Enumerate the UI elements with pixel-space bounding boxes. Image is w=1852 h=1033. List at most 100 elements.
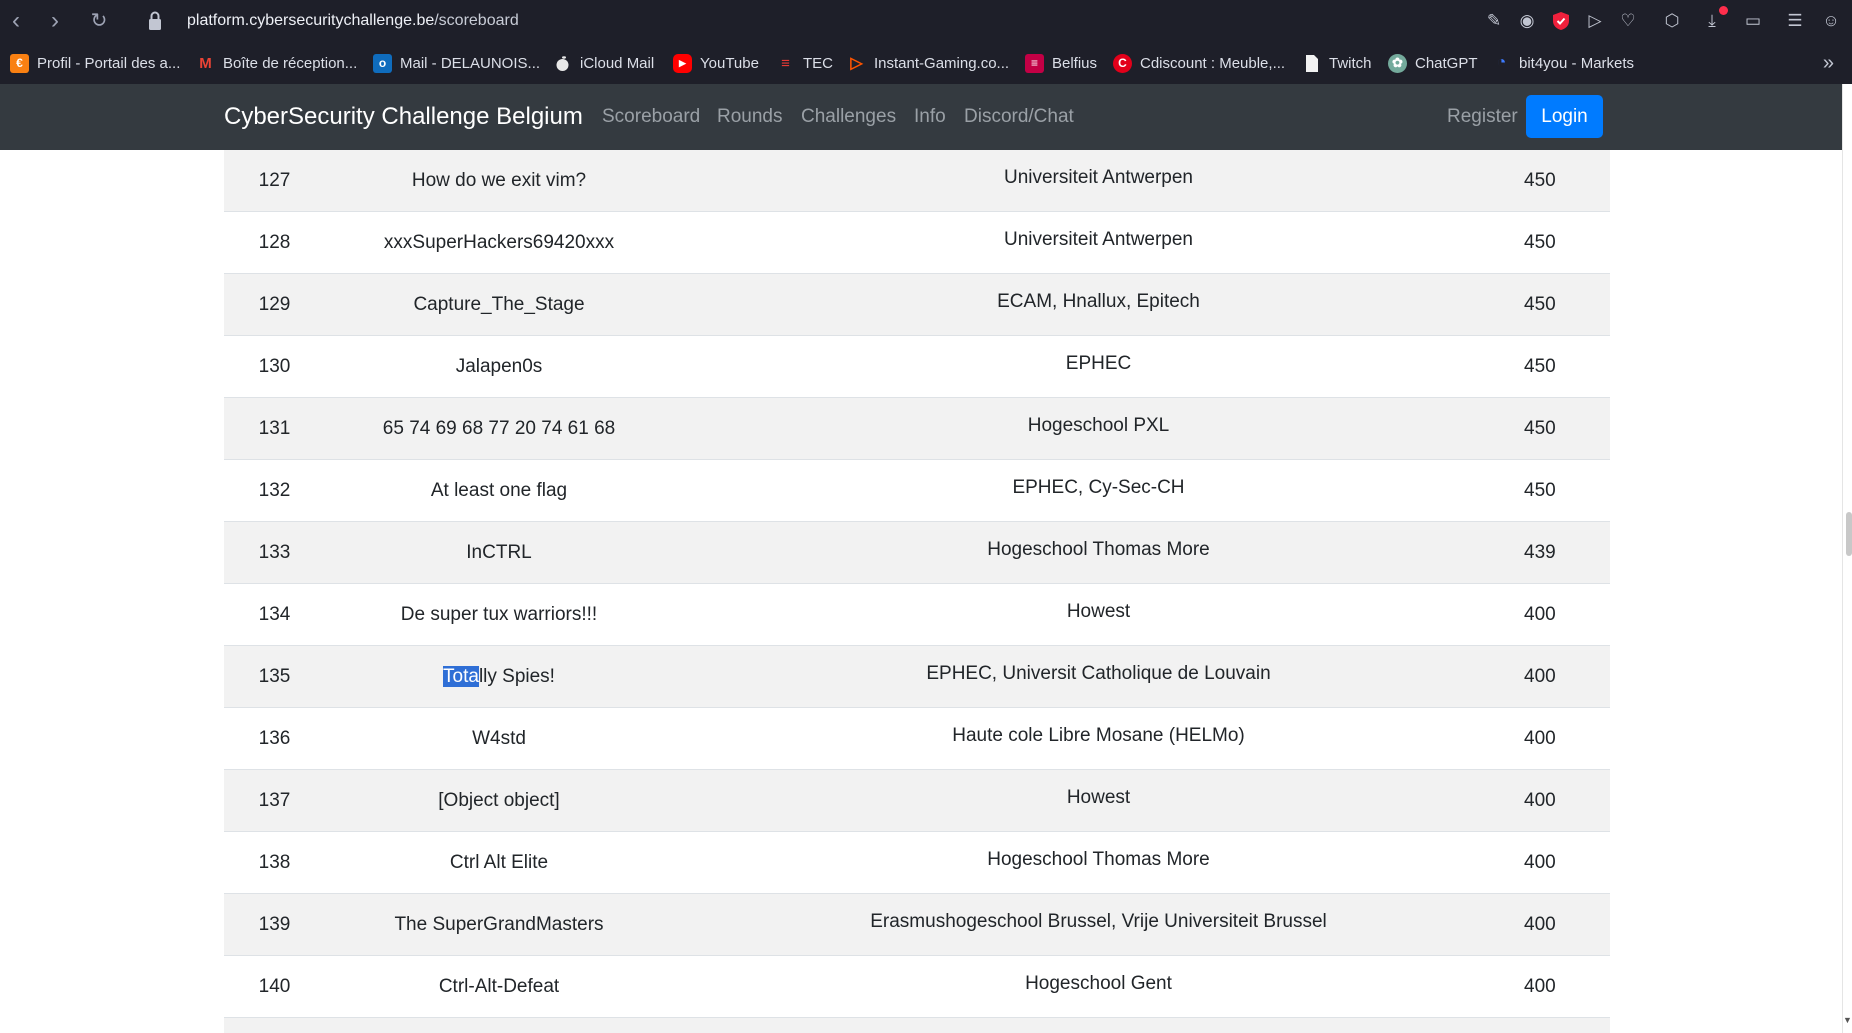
brand-link[interactable]: CyberSecurity Challenge Belgium — [224, 84, 583, 150]
profile-icon[interactable]: ☺ — [1820, 10, 1842, 32]
bookmark-twitch[interactable]: Twitch — [1302, 52, 1372, 74]
moodle-icon: € — [10, 53, 29, 73]
back-icon[interactable]: ‹ — [2, 8, 30, 34]
rank-cell: 134 — [224, 583, 325, 646]
gmail-icon: M — [199, 54, 212, 72]
scoreboard-body: 127 How do we exit vim? Universiteit Antwe… — [224, 150, 1610, 1033]
table-row: 139 The SuperGrandMasters Erasmushogeschoo… — [224, 893, 1610, 956]
apple-icon — [556, 55, 569, 71]
bookmark-tec[interactable]: ≡ TEC — [776, 52, 833, 74]
url-path: /scoreboard — [434, 12, 519, 29]
team-name-cell: At least one flag — [325, 459, 673, 522]
points-cell: 450 — [1524, 459, 1610, 522]
cdiscount-icon: C — [1113, 53, 1132, 73]
belfius-icon: ≡ — [1025, 53, 1044, 73]
team-name-cell: Ctrl Alt Elite — [325, 831, 673, 894]
team-name-cell: fooBar_baz — [325, 1017, 673, 1033]
bookmark-moodle[interactable]: € Profil - Portail des a... — [10, 52, 180, 74]
table-row: 127 How do we exit vim? Universiteit Antwe… — [224, 150, 1610, 212]
bookmark-belfius[interactable]: ≡ Belfius — [1025, 52, 1097, 74]
affiliation-cell: Haute cole Libre Mosane (HELMo) — [673, 707, 1524, 770]
nav-rounds[interactable]: Rounds — [717, 84, 783, 150]
bookmark-label: YouTube — [700, 54, 759, 72]
download-badge — [1719, 6, 1728, 15]
affiliation-cell: Howest — [673, 769, 1524, 832]
table-row: 128 xxxSuperHackers69420xxx Universiteit A… — [224, 211, 1610, 274]
bookmark-instant-gaming[interactable]: ▷ Instant-Gaming.co... — [847, 52, 1009, 74]
reload-icon[interactable]: ↻ — [85, 8, 113, 34]
bookmark-label: bit4you - Markets — [1519, 54, 1635, 72]
bookmark-label: Twitch — [1329, 54, 1372, 72]
heart-icon[interactable]: ♡ — [1617, 10, 1639, 32]
send-icon[interactable]: ▷ — [1584, 10, 1606, 32]
points-cell: 400 — [1524, 831, 1610, 894]
team-name-cell: xxxSuperHackers69420xxx — [325, 211, 673, 274]
affiliation-cell: Hogeschool Thomas More — [673, 521, 1524, 584]
affiliation-text: Howest — [1066, 786, 1131, 808]
affiliation-text: Erasmushogeschool Brussel, Vrije Univers… — [870, 910, 1327, 932]
nav-info[interactable]: Info — [914, 84, 946, 150]
bookmark-chatgpt[interactable]: ✿ ChatGPT — [1388, 52, 1478, 74]
affiliation-cell: Hogeschool Gent — [673, 955, 1524, 1018]
address-bar[interactable]: platform.cybersecuritychallenge.be/score… — [187, 10, 519, 32]
shield-icon[interactable] — [1550, 10, 1572, 32]
affiliation-text: Howest — [1066, 600, 1131, 622]
team-name-cell: 65 74 69 68 77 20 74 61 68 — [325, 397, 673, 460]
table-row: 131 65 74 69 68 77 20 74 61 68 Hogeschool … — [224, 397, 1610, 460]
rank-cell: 128 — [224, 211, 325, 274]
affiliation-cell: Hogeschool PXL — [673, 397, 1524, 460]
bookmark-bit4you[interactable]: ◔ bit4you - Markets — [1492, 52, 1634, 74]
lock-icon — [149, 11, 161, 30]
login-button[interactable]: Login — [1526, 95, 1603, 138]
camera-icon[interactable]: ◉ — [1516, 10, 1538, 32]
battery-icon[interactable]: ▭ — [1742, 10, 1764, 32]
rank-cell: 138 — [224, 831, 325, 894]
affiliation-cell: Howest — [673, 583, 1524, 646]
rank-cell: 132 — [224, 459, 325, 522]
instant-gaming-icon: ▷ — [850, 55, 863, 72]
affiliation-cell: Universiteit Antwerpen — [673, 211, 1524, 274]
rank-cell: 141 — [224, 1017, 325, 1033]
affiliation-text: EPHEC, Universit Catholique de Louvain — [926, 662, 1271, 684]
rank-cell: 127 — [224, 150, 325, 212]
bookmark-outlook[interactable]: o Mail - DELAUNOIS... — [373, 52, 540, 74]
affiliation-text: Hogeschool Gent — [1025, 972, 1172, 994]
affiliation-text: Universiteit Antwerpen — [1003, 166, 1194, 188]
edit-icon[interactable]: ✎ — [1483, 10, 1505, 32]
tec-icon: ≡ — [781, 54, 790, 72]
affiliation-text: EPHEC — [1065, 352, 1132, 374]
scoreboard-table: 127 How do we exit vim? Universiteit Antwe… — [224, 150, 1610, 1033]
rank-cell: 131 — [224, 397, 325, 460]
bookmark-icloud[interactable]: iCloud Mail — [553, 52, 654, 74]
scroll-down-arrow-icon[interactable]: ▼ — [1843, 1015, 1852, 1025]
bookmark-gmail[interactable]: M Boîte de réception... — [196, 52, 357, 74]
points-cell: 450 — [1524, 335, 1610, 398]
chevron-double-right-icon[interactable]: » — [1823, 52, 1834, 74]
scrollbar-thumb[interactable] — [1846, 512, 1852, 556]
team-name-cell: Capture_The_Stage — [325, 273, 673, 336]
affiliation-text: Hogeschool PXL — [1027, 414, 1170, 436]
nav-scoreboard[interactable]: Scoreboard — [602, 84, 700, 150]
nav-challenges[interactable]: Challenges — [801, 84, 896, 150]
team-name-cell: How do we exit vim? — [325, 150, 673, 212]
text-selection-highlight: Tota — [443, 665, 479, 687]
page-scrollbar[interactable] — [1842, 84, 1852, 1033]
points-cell: 400 — [1524, 583, 1610, 646]
table-row: 140 Ctrl-Alt-Defeat Hogeschool Gent 400 — [224, 955, 1610, 1018]
affiliation-text: Hogeschool Thomas More — [987, 848, 1210, 870]
bookmark-youtube[interactable]: ▶ YouTube — [673, 52, 759, 74]
site-navbar: CyberSecurity Challenge Belgium Scoreboa… — [0, 84, 1842, 150]
table-row: 138 Ctrl Alt Elite Hogeschool Thomas More 4… — [224, 831, 1610, 894]
register-link[interactable]: Register — [1447, 84, 1518, 150]
cube-icon[interactable]: ⬡ — [1661, 10, 1683, 32]
forward-icon[interactable]: › — [41, 8, 69, 34]
points-cell: 439 — [1524, 521, 1610, 584]
points-cell: 450 — [1524, 397, 1610, 460]
table-row: 133 InCTRL Hogeschool Thomas More 439 — [224, 521, 1610, 584]
bookmark-cdiscount[interactable]: C Cdiscount : Meuble,... — [1113, 52, 1285, 74]
settings-sliders-icon[interactable]: ☰ — [1784, 10, 1806, 32]
bookmark-label: Boîte de réception... — [223, 54, 358, 72]
nav-discord-chat[interactable]: Discord/Chat — [964, 84, 1074, 150]
affiliation-text: ECAM, Hnallux, Epitech — [997, 290, 1200, 312]
team-name-cell: The SuperGrandMasters — [325, 893, 673, 956]
